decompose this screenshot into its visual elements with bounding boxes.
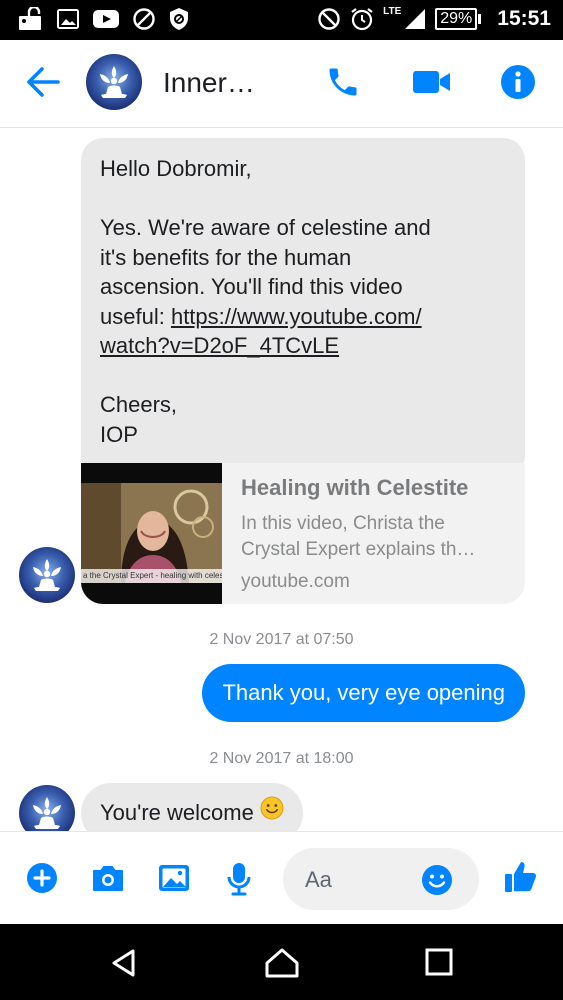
message-list[interactable]: Hello Dobromir, Yes. We're aware of cele…	[0, 129, 563, 831]
contact-name[interactable]: Inner…	[163, 67, 255, 99]
message-closing: Cheers,	[100, 392, 178, 417]
android-navigation-bar	[0, 924, 563, 1000]
signal-icon	[403, 7, 427, 31]
message-input-placeholder: Aa	[305, 867, 332, 892]
sender-avatar[interactable]	[19, 547, 75, 603]
reply-text: You're welcome	[100, 800, 254, 825]
battery-tip	[478, 14, 482, 24]
contact-avatar[interactable]	[86, 54, 142, 110]
messenger-screen: LTE 29% 15:51 Inner… Hello Dobromir, Yes…	[0, 0, 563, 1000]
notification-lock-icon	[18, 7, 44, 31]
message-line-with-link: useful: https://www.youtube.com/	[100, 302, 500, 332]
home-icon[interactable]	[265, 948, 299, 983]
youtube-notification-icon	[92, 7, 120, 31]
do-not-disturb-icon	[317, 7, 341, 31]
incoming-message-text: Hello Dobromir, Yes. We're aware of cele…	[100, 154, 500, 449]
description-line: Crystal Expert explains th…	[241, 539, 476, 560]
message-line: it's benefits for the human	[100, 244, 352, 270]
incoming-reply-bubble[interactable]: You're welcome	[81, 783, 303, 831]
message-input[interactable]: Aa	[283, 848, 479, 910]
video-thumbnail-image: a the Crystal Expert - healing with cele…	[81, 483, 222, 583]
recent-apps-icon[interactable]	[425, 948, 453, 981]
phone-call-icon[interactable]	[325, 64, 361, 105]
add-plus-icon[interactable]	[26, 862, 58, 899]
description-line: In this video, Christa the	[241, 513, 445, 534]
sender-avatar[interactable]	[19, 785, 75, 831]
link-preview-description: In this video, Christa the Crystal Exper…	[241, 511, 511, 563]
message-line: Hello Dobromir,	[100, 156, 252, 181]
shield-notification-icon	[168, 7, 190, 31]
message-line: useful:	[100, 303, 165, 329]
battery-indicator: 29%	[435, 8, 482, 30]
chat-header: Inner…	[0, 40, 563, 128]
outgoing-message-bubble[interactable]: Thank you, very eye opening	[202, 664, 525, 722]
video-call-icon[interactable]	[412, 68, 452, 101]
message-line: watch?v=D2oF_4TCvLE	[100, 331, 500, 361]
video-thumbnail[interactable]: a the Crystal Expert - healing with cele…	[81, 463, 222, 604]
thumbs-up-icon[interactable]	[504, 860, 538, 899]
back-triangle-icon[interactable]	[109, 948, 139, 983]
thumbnail-caption: a the Crystal Expert - healing with cele…	[83, 571, 222, 580]
smiley-emoji-icon	[260, 783, 284, 831]
link-preview-card[interactable]: a the Crystal Expert - healing with cele…	[81, 463, 525, 604]
youtube-link-continued[interactable]: watch?v=D2oF_4TCvLE	[100, 333, 339, 358]
emoji-picker-icon[interactable]	[421, 864, 453, 901]
message-signature: IOP	[100, 421, 138, 447]
message-line-blank	[100, 361, 500, 391]
message-line: Yes. We're aware of celestine and	[100, 215, 431, 240]
gallery-notification-icon	[56, 7, 80, 31]
gallery-icon[interactable]	[157, 862, 191, 899]
message-line-blank	[100, 184, 500, 214]
clock: 15:51	[497, 7, 551, 30]
alarm-icon	[349, 6, 375, 32]
message-line: ascension. You'll find this video	[100, 274, 403, 299]
link-preview-title: Healing with Celestite	[241, 475, 469, 500]
message-timestamp: 2 Nov 2017 at 18:00	[209, 750, 354, 767]
back-arrow-icon[interactable]	[26, 66, 60, 103]
microphone-icon[interactable]	[226, 862, 252, 901]
network-type: LTE	[383, 5, 402, 17]
blocked-notification-icon	[132, 7, 156, 31]
message-composer: Aa	[0, 831, 563, 924]
youtube-link[interactable]: https://www.youtube.com/	[171, 304, 422, 329]
info-icon[interactable]	[500, 64, 536, 105]
message-timestamp: 2 Nov 2017 at 07:50	[209, 631, 354, 648]
camera-icon[interactable]	[91, 862, 125, 899]
link-preview-domain: youtube.com	[241, 571, 350, 592]
battery-percent: 29%	[435, 8, 478, 30]
status-bar: LTE 29% 15:51	[0, 0, 563, 40]
